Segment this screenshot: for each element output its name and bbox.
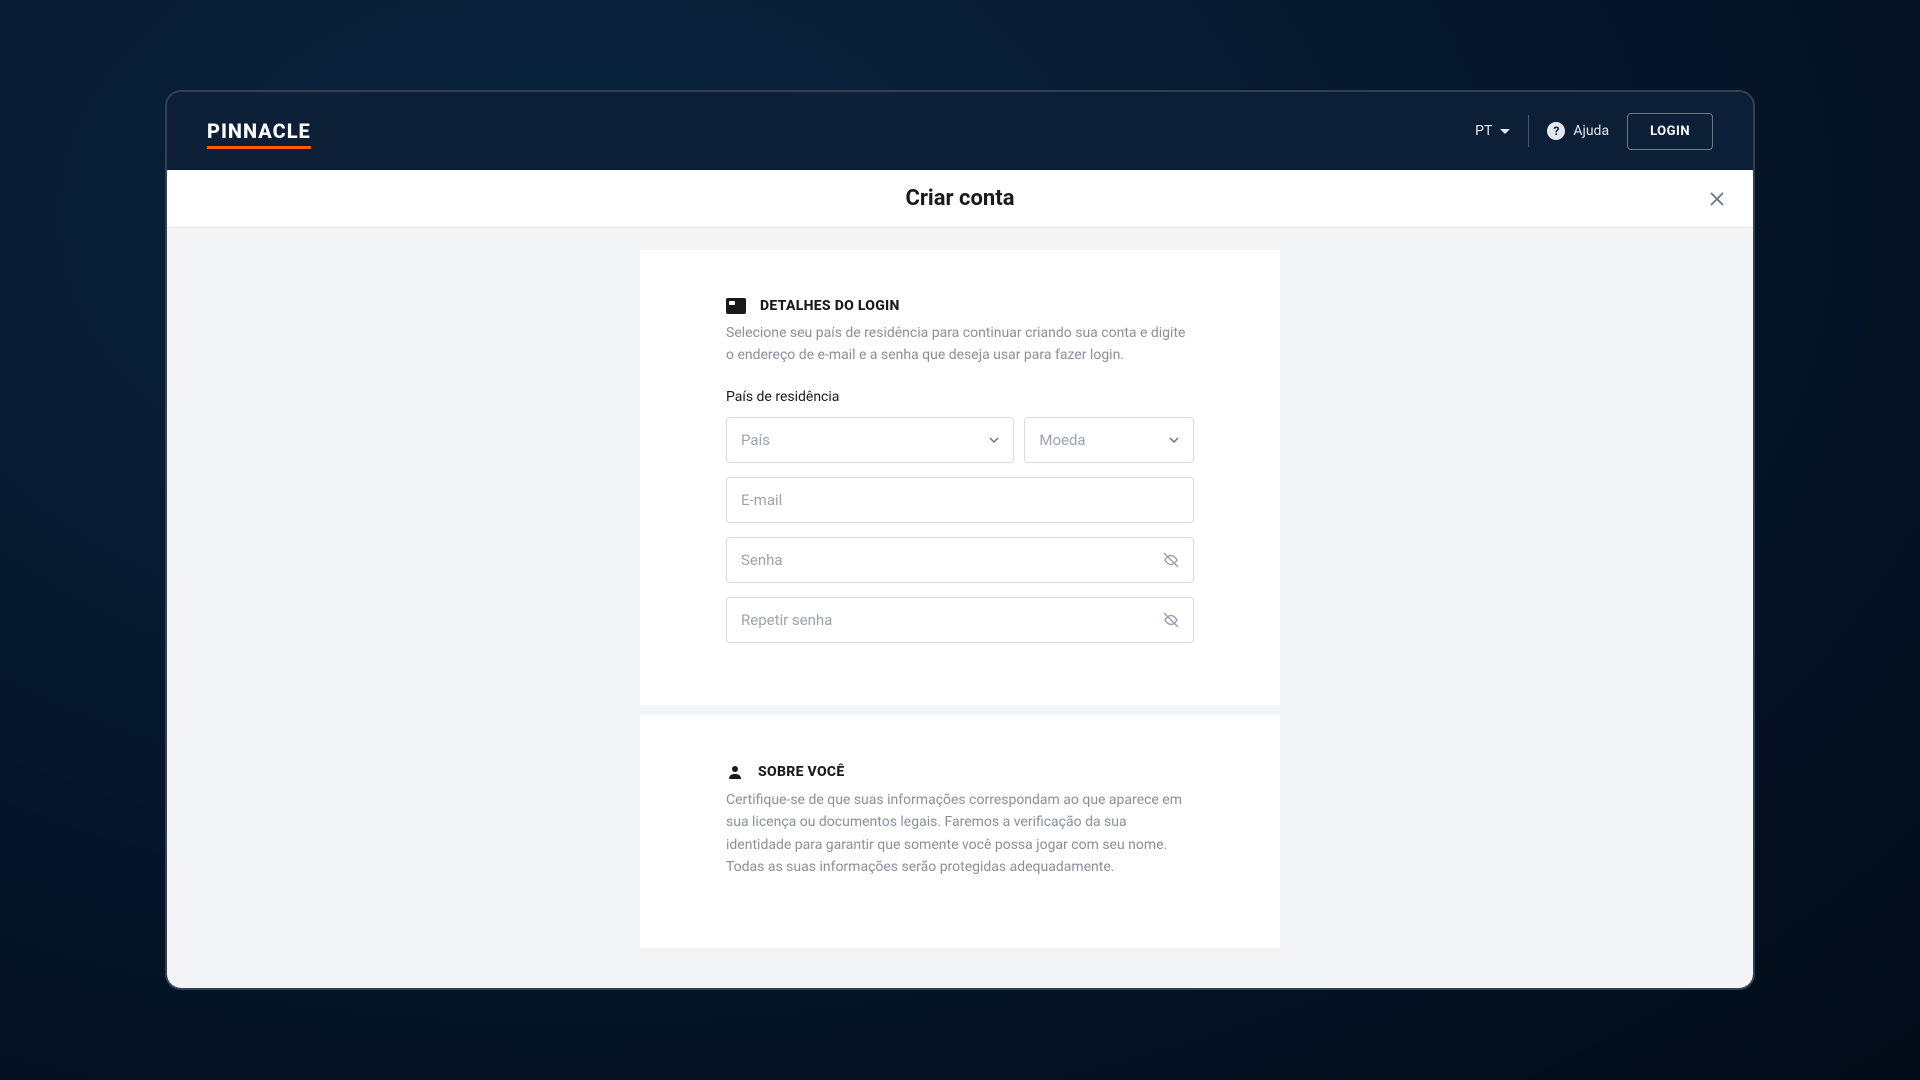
repeat-password-input-box xyxy=(726,597,1194,643)
eye-off-icon xyxy=(1162,611,1180,629)
language-selector[interactable]: PT xyxy=(1475,123,1510,139)
header: PINNACLE PT ? Ajuda LOGIN xyxy=(167,92,1753,170)
section-header-login: DETALHES DO LOGIN xyxy=(726,298,1194,314)
login-details-title: DETALHES DO LOGIN xyxy=(760,298,900,314)
help-icon: ? xyxy=(1547,122,1565,140)
password-input-box xyxy=(726,537,1194,583)
header-right: PT ? Ajuda LOGIN xyxy=(1475,113,1713,150)
chevron-down-icon xyxy=(1169,435,1179,445)
help-link[interactable]: ? Ajuda xyxy=(1547,122,1609,140)
about-you-title: SOBRE VOCÊ xyxy=(758,764,845,780)
divider xyxy=(1528,115,1529,147)
section-header-about: SOBRE VOCÊ xyxy=(726,763,1194,781)
country-field-label: País de residência xyxy=(726,389,1194,405)
person-icon xyxy=(726,763,744,781)
currency-placeholder: Moeda xyxy=(1039,431,1085,449)
close-button[interactable] xyxy=(1705,187,1729,211)
country-select[interactable]: País xyxy=(726,417,1014,463)
close-icon xyxy=(1710,192,1724,206)
country-currency-row: País Moeda xyxy=(726,417,1194,463)
brand-logo[interactable]: PINNACLE xyxy=(207,119,311,143)
card-icon xyxy=(726,298,746,314)
password-field[interactable] xyxy=(726,537,1194,583)
language-label: PT xyxy=(1475,123,1492,139)
repeat-password-field[interactable] xyxy=(726,597,1194,643)
content-area: Criar conta DETALHES DO LOGIN Selecione … xyxy=(167,170,1753,988)
help-label: Ajuda xyxy=(1573,123,1609,139)
about-you-description: Certifique-se de que suas informações co… xyxy=(726,789,1194,879)
page-title: Criar conta xyxy=(905,186,1014,211)
app-frame: PINNACLE PT ? Ajuda LOGIN Criar conta xyxy=(165,90,1755,990)
currency-select[interactable]: Moeda xyxy=(1024,417,1194,463)
eye-off-icon xyxy=(1162,551,1180,569)
country-placeholder: País xyxy=(741,431,770,449)
form-scroll[interactable]: DETALHES DO LOGIN Selecione seu país de … xyxy=(167,228,1753,988)
chevron-down-icon xyxy=(1500,129,1510,134)
login-details-description: Selecione seu país de residência para co… xyxy=(726,322,1194,367)
title-bar: Criar conta xyxy=(167,170,1753,228)
about-you-card: SOBRE VOCÊ Certifique-se de que suas inf… xyxy=(640,715,1280,949)
toggle-repeat-password-visibility[interactable] xyxy=(1162,611,1180,629)
login-button[interactable]: LOGIN xyxy=(1627,113,1713,150)
email-field[interactable] xyxy=(726,477,1194,523)
login-details-card: DETALHES DO LOGIN Selecione seu país de … xyxy=(640,250,1280,705)
email-input-box xyxy=(726,477,1194,523)
toggle-password-visibility[interactable] xyxy=(1162,551,1180,569)
chevron-down-icon xyxy=(989,435,999,445)
